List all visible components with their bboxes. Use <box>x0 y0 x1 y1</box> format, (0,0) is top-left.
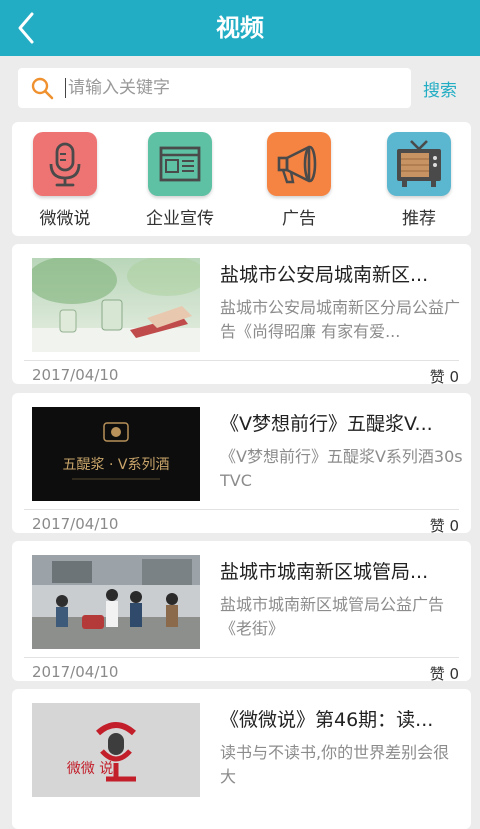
top-bar: 视频 <box>0 0 480 56</box>
video-card[interactable]: 五醍浆 · V系列酒 《V梦想前行》五醍浆V... 《V梦想前行》五醍浆V系列酒… <box>12 393 471 533</box>
video-title: 盐城市城南新区城管局... <box>220 561 429 583</box>
page-title: 视频 <box>216 14 264 42</box>
video-date: 2017/04/10 <box>32 663 119 681</box>
video-date: 2017/04/10 <box>32 366 119 384</box>
video-description: 盐城市公安局城南新区分局公益广告《尚得昭廉 有家有爱... <box>220 298 461 341</box>
thumbnail-text: 微微 说 <box>67 761 113 777</box>
video-card[interactable]: 盐城市公安局城南新区... 盐城市公安局城南新区分局公益广告《尚得昭廉 有家有爱… <box>12 244 471 384</box>
video-thumbnail <box>32 555 200 649</box>
divider <box>24 657 459 658</box>
video-card[interactable]: 微微 说 《微微说》第46期：读... 读书与不读书,你的世界差别会很大 <box>12 689 471 829</box>
microphone-icon <box>33 132 97 196</box>
category-weiweishuo[interactable]: 微微说 <box>15 132 115 232</box>
thumbnail-text: 五醍浆 · V系列酒 <box>63 457 170 473</box>
category-label: 企业宣传 <box>146 209 214 229</box>
category-label: 推荐 <box>402 209 436 229</box>
video-title: 《微微说》第46期：读... <box>220 709 434 731</box>
divider <box>24 360 459 361</box>
video-thumbnail: 微微 说 <box>32 703 200 797</box>
category-ads[interactable]: 广告 <box>249 132 349 232</box>
video-thumbnail <box>32 258 200 352</box>
like-count[interactable]: 赞 0 <box>430 663 459 681</box>
category-recommended[interactable]: 推荐 <box>369 132 469 232</box>
category-label: 微微说 <box>39 209 91 229</box>
tv-icon <box>387 132 451 196</box>
search-icon <box>31 77 54 100</box>
search-input[interactable] <box>68 68 398 108</box>
divider <box>24 509 459 510</box>
video-date: 2017/04/10 <box>32 515 119 533</box>
category-label: 广告 <box>282 209 316 229</box>
browser-window-icon <box>148 132 212 196</box>
like-count[interactable]: 赞 0 <box>430 515 459 533</box>
search-bar: 搜索 <box>0 56 480 118</box>
video-card[interactable]: 盐城市城南新区城管局... 盐城市城南新区城管局公益广告《老街》 2017/04… <box>12 541 471 681</box>
like-count[interactable]: 赞 0 <box>430 366 459 384</box>
category-panel: 微微说 企业宣传 广告 推荐 <box>12 122 471 236</box>
category-enterprise-promo[interactable]: 企业宣传 <box>130 132 230 232</box>
video-thumbnail: 五醍浆 · V系列酒 <box>32 407 200 501</box>
search-button[interactable]: 搜索 <box>423 76 457 101</box>
search-box[interactable] <box>18 68 411 108</box>
video-description: 《V梦想前行》五醍浆V系列酒30s TVC <box>220 447 463 490</box>
video-description: 盐城市城南新区城管局公益广告《老街》 <box>220 595 445 638</box>
video-title: 盐城市公安局城南新区... <box>220 264 429 286</box>
megaphone-icon <box>267 132 331 196</box>
video-title: 《V梦想前行》五醍浆V... <box>220 413 433 435</box>
video-description: 读书与不读书,你的世界差别会很大 <box>220 743 450 786</box>
text-caret <box>65 78 66 98</box>
